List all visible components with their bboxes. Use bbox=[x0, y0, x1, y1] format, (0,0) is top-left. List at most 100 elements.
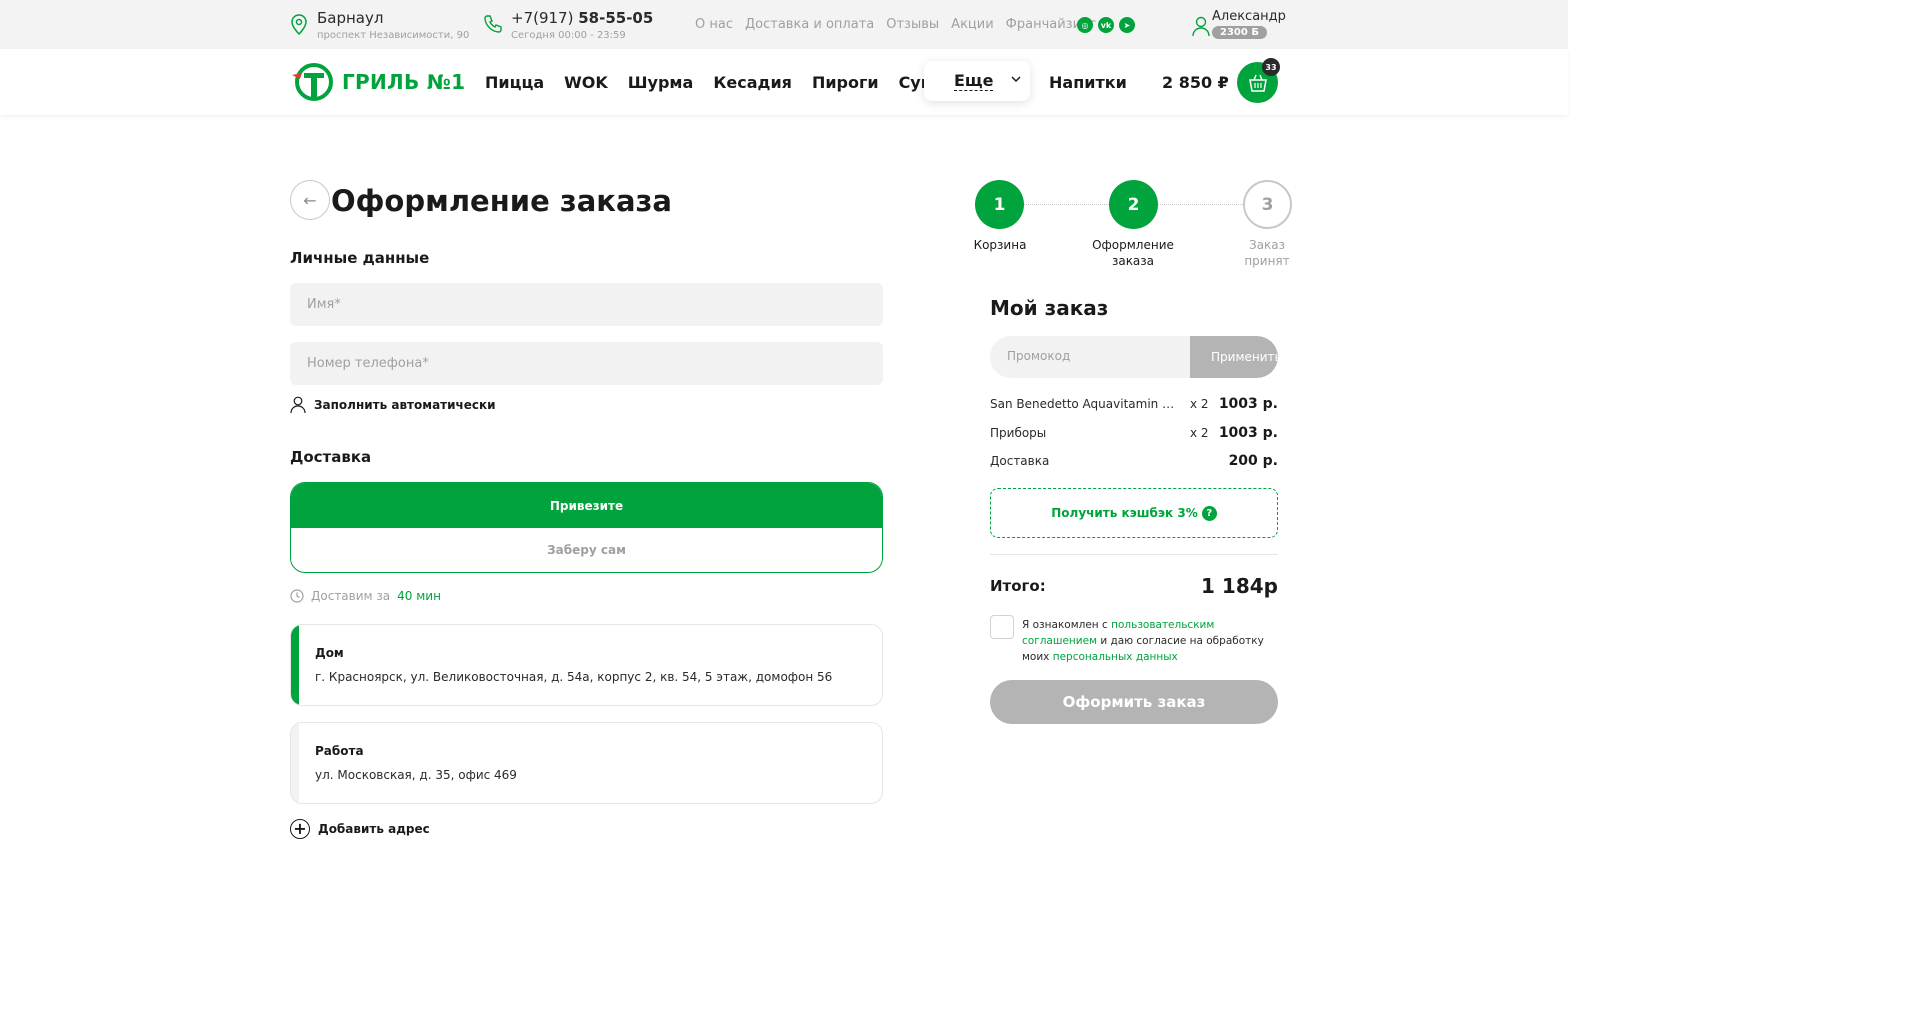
main-header: ГРИЛЬ №1 Пицца WOK Шурма Кесадия Пироги … bbox=[0, 49, 1568, 115]
phone-placeholder: Номер телефона* bbox=[307, 356, 429, 371]
order-line-item: Доставка 200 р. bbox=[990, 453, 1278, 474]
agree-checkbox[interactable] bbox=[990, 615, 1014, 639]
item-price: 1003 р. bbox=[1218, 425, 1278, 441]
divider bbox=[990, 554, 1278, 555]
promo-code-field[interactable]: Промокод Применить bbox=[990, 336, 1278, 378]
arrow-left-icon: ← bbox=[303, 190, 317, 210]
link-promos[interactable]: Акции bbox=[951, 17, 994, 32]
location-pin-icon bbox=[291, 14, 307, 36]
delivery-type-toggle: Привезите Заберу сам bbox=[290, 482, 883, 573]
address-card-home[interactable]: Дом г. Красноярск, ул. Великовосточная, … bbox=[290, 624, 883, 706]
step-1-label: Корзина bbox=[973, 238, 1027, 252]
autofill-button[interactable]: Заполнить автоматически bbox=[290, 396, 496, 414]
personal-data-link[interactable]: персональных данных bbox=[1053, 651, 1178, 663]
cart-button[interactable]: 33 bbox=[1237, 58, 1280, 103]
submit-order-button[interactable]: Оформить заказ bbox=[990, 680, 1278, 724]
item-price: 200 р. bbox=[1228, 453, 1278, 469]
nav-drinks[interactable]: Напитки bbox=[1049, 73, 1127, 92]
top-bar: Барнаул проспект Независимости, 90 +7(91… bbox=[0, 0, 1568, 49]
logo[interactable]: ГРИЛЬ №1 bbox=[290, 63, 465, 101]
address-card-work[interactable]: Работа ул. Московская, д. 35, офис 469 bbox=[290, 722, 883, 804]
order-title: Мой заказ bbox=[990, 296, 1109, 320]
eta-value: 40 мин bbox=[397, 589, 441, 603]
telegram-icon[interactable]: ➤ bbox=[1119, 17, 1135, 33]
order-line-item: San Benedetto Aquavitamin antiox x 2 100… bbox=[990, 396, 1278, 417]
address-title: Работа bbox=[315, 744, 364, 758]
item-name: Приборы bbox=[990, 426, 1047, 440]
cashback-button[interactable]: Получить кэшбэк 3% ? bbox=[990, 488, 1278, 538]
agree-pre: Я ознакомлен с bbox=[1022, 619, 1112, 631]
option-pickup[interactable]: Заберу сам bbox=[291, 528, 882, 572]
promo-placeholder: Промокод bbox=[1007, 349, 1071, 363]
item-name: San Benedetto Aquavitamin antiox bbox=[990, 397, 1180, 411]
link-reviews[interactable]: Отзывы bbox=[886, 17, 939, 32]
item-price: 1003 р. bbox=[1218, 396, 1278, 412]
main-nav: Пицца WOK Шурма Кесадия Пироги Супы bbox=[485, 73, 946, 92]
bonus-badge: 2300 Б bbox=[1212, 26, 1267, 39]
nav-shurma[interactable]: Шурма bbox=[628, 73, 694, 92]
chevron-down-icon bbox=[1011, 76, 1021, 83]
address-text: г. Красноярск, ул. Великовосточная, д. 5… bbox=[315, 670, 833, 684]
nav-quesadilla[interactable]: Кесадия bbox=[713, 73, 792, 92]
clock-icon bbox=[290, 589, 304, 603]
help-icon[interactable]: ? bbox=[1201, 505, 1217, 521]
total-value: 1 184р bbox=[1201, 574, 1278, 598]
logo-icon bbox=[292, 63, 333, 101]
user-icon bbox=[1192, 16, 1210, 37]
delivery-title: Доставка bbox=[290, 448, 372, 466]
link-delivery[interactable]: Доставка и оплата bbox=[745, 17, 874, 32]
instagram-icon[interactable]: ◎ bbox=[1077, 17, 1093, 33]
city-address: проспект Независимости, 90 bbox=[317, 30, 470, 41]
phone-icon bbox=[484, 15, 502, 33]
eta-prefix: Доставим за bbox=[311, 589, 391, 603]
link-about[interactable]: О нас bbox=[695, 17, 733, 32]
step-2-circle: 2 bbox=[1109, 180, 1158, 229]
address-title: Дом bbox=[315, 646, 344, 660]
top-links: О нас Доставка и оплата Отзывы Акции Фра… bbox=[695, 17, 1096, 32]
user-name[interactable]: Александр bbox=[1212, 9, 1286, 24]
add-address-button[interactable]: + Добавить адрес bbox=[290, 819, 430, 839]
apply-promo-button[interactable]: Применить bbox=[1190, 336, 1278, 378]
more-label: Еще bbox=[954, 71, 994, 91]
phone-field[interactable]: Номер телефона* bbox=[290, 342, 883, 385]
item-qty: x 2 bbox=[1190, 426, 1209, 440]
agreement-text: Я ознакомлен с пользовательским соглашен… bbox=[1022, 617, 1280, 665]
phone-prefix: +7(917) bbox=[511, 9, 574, 27]
order-line-item: Приборы x 2 1003 р. bbox=[990, 425, 1278, 446]
phone-main: 58-55-05 bbox=[578, 9, 654, 27]
name-placeholder: Имя* bbox=[307, 297, 341, 312]
vk-icon[interactable]: vk bbox=[1098, 17, 1114, 33]
personal-data-title: Личные данные bbox=[290, 249, 430, 267]
phone-number[interactable]: +7(917) 58-55-05 bbox=[511, 9, 653, 27]
city-name[interactable]: Барнаул bbox=[317, 9, 383, 27]
social-links: ◎ vk ➤ bbox=[1077, 17, 1135, 33]
add-address-label: Добавить адрес bbox=[318, 822, 430, 836]
cart-count-badge: 33 bbox=[1262, 58, 1280, 76]
address-text: ул. Московская, д. 35, офис 469 bbox=[315, 768, 517, 782]
plus-icon: + bbox=[290, 819, 310, 839]
user-icon bbox=[290, 396, 306, 414]
name-field[interactable]: Имя* bbox=[290, 283, 883, 326]
cashback-label: Получить кэшбэк 3% bbox=[1051, 506, 1198, 520]
autofill-label: Заполнить автоматически bbox=[314, 398, 496, 412]
step-connector bbox=[1024, 204, 1109, 205]
nav-pizza[interactable]: Пицца bbox=[485, 73, 544, 92]
back-button[interactable]: ← bbox=[290, 180, 330, 220]
page-title: Оформление заказа bbox=[331, 184, 672, 218]
option-delivery[interactable]: Привезите bbox=[291, 483, 882, 528]
more-dropdown[interactable]: Еще bbox=[924, 61, 1030, 101]
item-qty: x 2 bbox=[1190, 397, 1209, 411]
basket-icon bbox=[1248, 74, 1267, 92]
step-3-label: Заказ принят bbox=[1244, 238, 1290, 268]
delivery-eta: Доставим за 40 мин bbox=[290, 589, 441, 603]
total-label: Итого: bbox=[990, 577, 1046, 595]
step-1-circle: 1 bbox=[975, 180, 1024, 229]
nav-pies[interactable]: Пироги bbox=[812, 73, 879, 92]
work-hours: Сегодня 00:00 - 23:59 bbox=[511, 30, 626, 41]
step-3-circle: 3 bbox=[1243, 180, 1292, 229]
cart-total[interactable]: 2 850 ₽ bbox=[1162, 73, 1229, 92]
step-connector bbox=[1158, 204, 1243, 205]
step-2-label: Оформление заказа bbox=[1092, 238, 1174, 268]
item-name: Доставка bbox=[990, 454, 1050, 468]
nav-wok[interactable]: WOK bbox=[564, 73, 608, 92]
